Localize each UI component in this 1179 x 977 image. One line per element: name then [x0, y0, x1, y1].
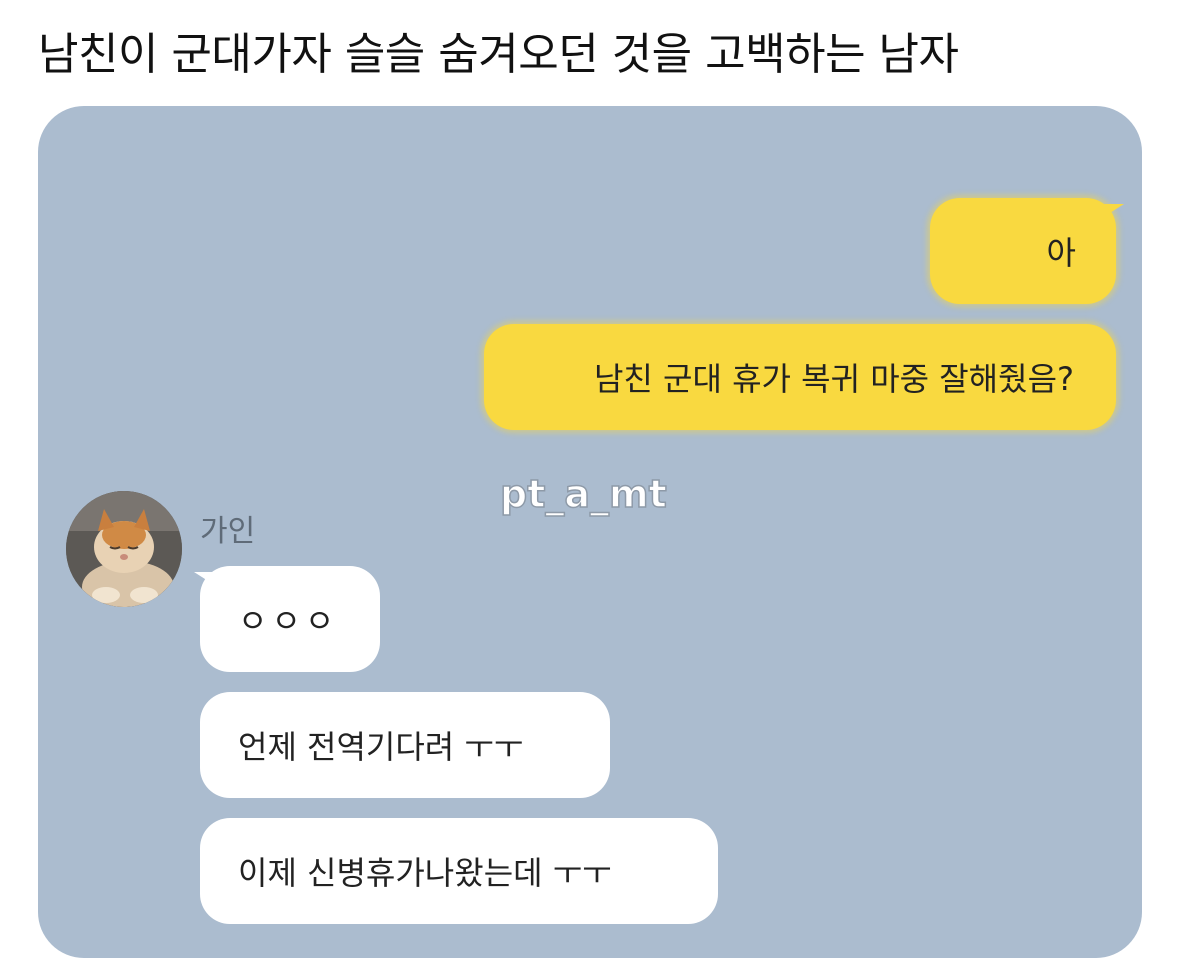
sender-name: 가인 — [200, 514, 256, 549]
incoming-message[interactable]: 이제 신병휴가나왔는데 ㅜㅜ — [200, 818, 718, 924]
message-text: 남친 군대 휴가 복귀 마중 잘해줬음? — [593, 360, 1074, 398]
outgoing-message[interactable]: 아 — [930, 198, 1116, 304]
page-title: 남친이 군대가자 슬슬 숨겨오던 것을 고백하는 남자 — [38, 29, 959, 80]
message-text: 이제 신병휴가나왔는데 ㅜㅜ — [238, 854, 612, 892]
message-text: 언제 전역기다려 ㅜㅜ — [238, 728, 524, 766]
cat-avatar-icon — [66, 491, 182, 607]
outgoing-message[interactable]: 남친 군대 휴가 복귀 마중 잘해줬음? — [484, 324, 1116, 430]
sender-avatar[interactable] — [66, 491, 182, 607]
chat-panel: 아 남친 군대 휴가 복귀 마중 잘해줬음? pt_a_mt 가인 ㅇㅇㅇ 언제… — [38, 106, 1142, 958]
incoming-message[interactable]: 언제 전역기다려 ㅜㅜ — [200, 692, 610, 798]
outgoing-bubble-tail — [1102, 204, 1124, 218]
message-text: 아 — [1046, 234, 1076, 272]
incoming-message[interactable]: ㅇㅇㅇ — [200, 566, 380, 672]
message-text: ㅇㅇㅇ — [238, 602, 339, 640]
watermark: pt_a_mt — [499, 471, 667, 517]
